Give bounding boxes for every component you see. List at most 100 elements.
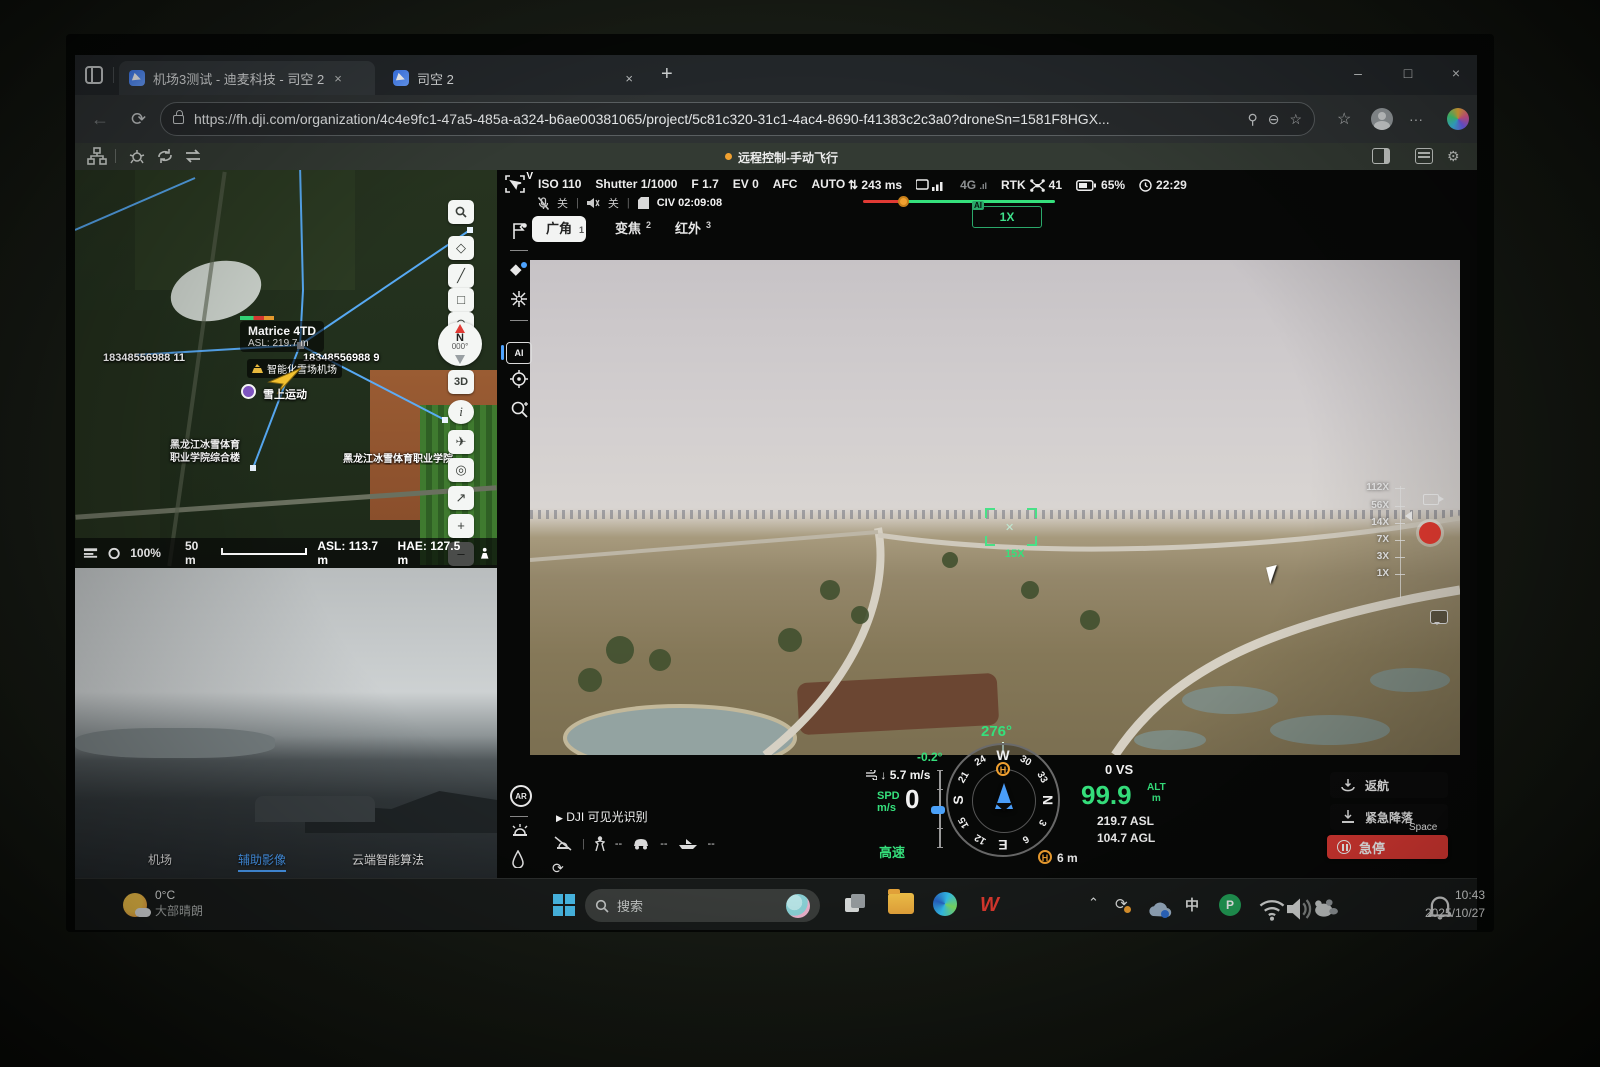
bookmark-star-icon[interactable]: ☆ [1289, 111, 1302, 128]
url-text[interactable]: https://fh.dji.com/organization/4c4e9fc1… [194, 111, 1237, 127]
tab-aux-video[interactable]: 辅助影像 [238, 851, 286, 872]
zoom-level-56x[interactable]: 56X [1345, 500, 1389, 511]
settings-gear-icon[interactable]: ⚙ [1447, 148, 1460, 165]
zoom-level-112x[interactable]: 112X [1345, 482, 1389, 493]
map-compass[interactable]: N 000° [438, 322, 482, 366]
map-search-button[interactable] [448, 200, 474, 224]
map-3d-button[interactable]: 3D [448, 370, 474, 394]
zoom-scale-line[interactable] [1400, 486, 1401, 598]
map-pointer-button[interactable]: ↗ [448, 486, 474, 510]
draw-polygon-button[interactable]: □ [448, 288, 474, 312]
search-highlight-icon[interactable] [786, 894, 810, 918]
poi-pin-icon[interactable] [241, 384, 256, 399]
ar-toggle-icon[interactable]: AR [510, 785, 532, 807]
return-home-button[interactable]: 返航 [1330, 772, 1448, 798]
rtk-label[interactable]: RTK [1001, 178, 1026, 192]
car-detect-icon[interactable] [632, 838, 650, 850]
onedrive-icon[interactable] [1147, 897, 1173, 923]
hd-signal-icon[interactable] [916, 179, 946, 192]
draw-point-button[interactable]: ◇ [448, 236, 474, 260]
tab-dock[interactable]: 机场 [148, 851, 172, 872]
minimize-button[interactable]: – [1343, 65, 1373, 81]
tray-sync-icon[interactable]: ⟳ [1115, 895, 1128, 913]
browser-tab-2[interactable]: 司空 2 × [383, 61, 645, 95]
aux-camera-view[interactable]: 机场 辅助影像 云端智能算法 [75, 568, 497, 878]
gimbal-pitch-handle[interactable] [931, 806, 945, 814]
wifi-icon[interactable] [1259, 897, 1285, 923]
photo-mode-icon[interactable] [1423, 494, 1439, 505]
tab-cloud-ai[interactable]: 云端智能算法 [352, 851, 424, 872]
refresh-icon[interactable]: ⟳ [131, 109, 146, 130]
beacon-icon[interactable] [510, 822, 530, 837]
close-window-button[interactable]: × [1441, 65, 1471, 81]
volume-icon[interactable] [1287, 896, 1313, 922]
refresh-detect-icon[interactable]: ⟳ [552, 860, 564, 877]
mic-off-icon[interactable] [538, 197, 549, 210]
back-icon[interactable]: ← [91, 109, 109, 130]
ai-zoom-box[interactable]: AI 1X [972, 206, 1042, 228]
org-tree-icon[interactable] [87, 147, 107, 165]
speaker-off-icon[interactable] [587, 197, 600, 209]
map-zoom-in-button[interactable]: + [448, 514, 474, 538]
map-locate-button[interactable]: ◎ [448, 458, 474, 482]
close-tab-icon[interactable]: × [623, 71, 635, 86]
tray-chevron-icon[interactable]: ⌃ [1088, 895, 1099, 911]
browser-tab-1[interactable]: 机场3测试 - 迪麦科技 - 司空 2 × [119, 61, 375, 95]
ev-value[interactable]: EV 0 [733, 177, 759, 191]
map-canvas[interactable]: Matrice 4TD ASL: 219.7 m 18348556988 11 … [75, 170, 497, 568]
record-button[interactable] [1419, 522, 1441, 544]
swap-icon[interactable] [183, 147, 203, 165]
zoom-level-7x[interactable]: 7X [1345, 534, 1389, 545]
zoom-level-14x[interactable]: 14X [1345, 517, 1389, 528]
close-tab-icon[interactable]: × [332, 71, 344, 86]
layout-toggle-icon[interactable] [1372, 148, 1390, 164]
sync-icon[interactable] [155, 147, 175, 165]
start-button[interactable] [553, 894, 575, 916]
boat-detect-icon[interactable] [678, 838, 698, 850]
tray-app-icon[interactable]: P [1219, 894, 1241, 916]
chat-bubble-icon[interactable] [1430, 610, 1448, 624]
edge-browser-button[interactable] [933, 892, 957, 916]
favorites-icon[interactable]: ☆ [1337, 109, 1351, 129]
layers-icon[interactable] [83, 547, 98, 559]
tab-search-icon[interactable] [85, 66, 103, 84]
more-menu-icon[interactable]: ··· [1409, 111, 1423, 127]
person-icon[interactable] [480, 547, 489, 559]
exposure-mode[interactable]: AUTO [811, 177, 845, 191]
url-input[interactable]: https://fh.dji.com/organization/4c4e9fc1… [160, 102, 1315, 136]
snowflake-icon[interactable] [510, 290, 528, 308]
rth-threshold-dot[interactable] [898, 196, 909, 207]
notification-bell-icon[interactable] [1427, 896, 1453, 922]
messages-icon[interactable] [1415, 148, 1433, 164]
iso-value[interactable]: ISO 110 [538, 177, 581, 191]
gimbal-recenter-icon[interactable] [510, 370, 528, 388]
shutter-value[interactable]: Shutter 1/1000 [595, 177, 677, 191]
lens-tab-ir[interactable]: 红外3 [675, 216, 701, 242]
emergency-stop-button[interactable]: 急停 [1327, 835, 1448, 859]
spotlight-icon[interactable] [510, 850, 526, 868]
camera-settings-row[interactable]: ISO 110 Shutter 1/1000 F 1.7 EV 0 AFC AU… [538, 177, 845, 191]
profile-avatar[interactable] [1371, 108, 1393, 130]
task-view-button[interactable] [843, 892, 869, 918]
visual-lock-icon[interactable]: V [505, 175, 525, 193]
person-detect-icon[interactable] [595, 836, 605, 851]
zoom-out-icon[interactable]: ⊖ [1268, 111, 1280, 128]
ai-detect-title[interactable]: ▶ DJI 可见光识别 [556, 808, 648, 825]
copilot-icon[interactable] [1447, 108, 1469, 130]
waypoint-icon[interactable]: ◆ [510, 260, 522, 278]
af-mode[interactable]: AFC [773, 177, 798, 191]
aperture-value[interactable]: F 1.7 [691, 177, 718, 191]
ime-indicator[interactable]: 中 [1185, 895, 1199, 915]
map-drone-center-button[interactable]: ✈ [448, 430, 474, 454]
file-explorer-button[interactable] [888, 893, 914, 914]
new-tab-button[interactable]: + [661, 63, 673, 86]
zoom-level-1x[interactable]: 1X [1345, 568, 1389, 579]
taskbar-search[interactable]: 搜索 [585, 889, 820, 922]
drone-map-card[interactable]: Matrice 4TD ASL: 219.7 m [240, 321, 324, 352]
battery-icon[interactable] [1076, 180, 1096, 191]
ai-detect-toggle[interactable]: AI [506, 342, 532, 364]
precision-icon[interactable] [108, 547, 120, 560]
map-info-button[interactable]: i [448, 400, 474, 424]
device-tune-icon[interactable] [127, 147, 147, 165]
weather-widget[interactable]: 0°C 大部晴朗 [123, 887, 203, 919]
